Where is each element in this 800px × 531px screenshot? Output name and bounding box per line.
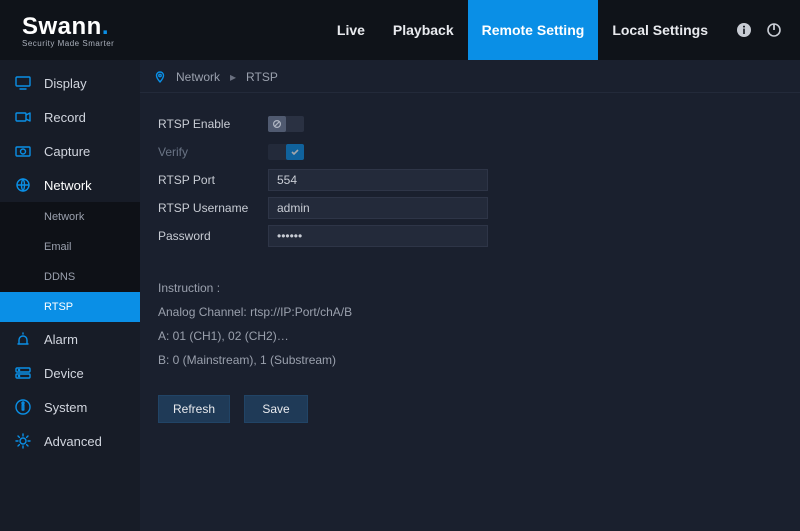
check-icon [286,144,304,160]
sidebar-item-capture[interactable]: Capture [0,134,140,168]
header-icons [736,22,782,38]
power-icon[interactable] [766,22,782,38]
rtsp-username-input[interactable] [268,197,488,219]
instruction-line: A: 01 (CH1), 02 (CH2)… [158,325,782,347]
info-icon[interactable] [736,22,752,38]
settings-form: RTSP Enable Verify RTSP Port RTSP U [140,93,800,441]
alarm-icon [14,330,32,348]
advanced-icon [14,432,32,450]
sidebar-sub-email[interactable]: Email [0,232,140,262]
rtsp-port-input[interactable] [268,169,488,191]
sidebar-item-system[interactable]: System [0,390,140,424]
save-button[interactable]: Save [244,395,308,423]
nav-local-settings[interactable]: Local Settings [598,0,722,60]
cancel-icon [268,116,286,132]
sidebar-item-device[interactable]: Device [0,356,140,390]
sidebar-item-label: System [44,400,87,415]
password-input[interactable] [268,225,488,247]
sidebar-item-label: Advanced [44,434,102,449]
refresh-button[interactable]: Refresh [158,395,230,423]
sidebar-item-label: Record [44,110,86,125]
form-buttons: Refresh Save [158,395,782,423]
sidebar-item-alarm[interactable]: Alarm [0,322,140,356]
sidebar-sub-ddns[interactable]: DDNS [0,262,140,292]
breadcrumb-b: RTSP [246,70,278,84]
device-icon [14,364,32,382]
sidebar-item-advanced[interactable]: Advanced [0,424,140,458]
sidebar-sub-network[interactable]: Network [0,202,140,232]
logo-tagline: Security Made Smarter [22,39,114,48]
logo: Swann. Security Made Smarter [22,13,114,48]
verify-toggle[interactable] [268,144,304,160]
rtsp-username-label: RTSP Username [158,201,268,215]
sidebar-item-label: Device [44,366,84,381]
sidebar-item-record[interactable]: Record [0,100,140,134]
network-icon [14,176,32,194]
sidebar-network-submenu: Network Email DDNS RTSP [0,202,140,322]
sidebar-item-label: Alarm [44,332,78,347]
instruction-title: Instruction : [158,277,782,299]
verify-label: Verify [158,145,268,159]
sidebar-sub-rtsp[interactable]: RTSP [0,292,140,322]
top-nav: Live Playback Remote Setting Local Setti… [323,0,722,60]
sidebar-item-label: Capture [44,144,90,159]
pin-icon [154,71,166,83]
instruction-line: Analog Channel: rtsp://IP:Port/chA/B [158,301,782,323]
instruction-block: Instruction : Analog Channel: rtsp://IP:… [158,277,782,371]
display-icon [14,74,32,92]
instruction-line: B: 0 (Mainstream), 1 (Substream) [158,349,782,371]
sidebar-item-display[interactable]: Display [0,66,140,100]
password-label: Password [158,229,268,243]
capture-icon [14,142,32,160]
breadcrumb: Network ▸ RTSP [140,60,800,93]
chevron-right-icon: ▸ [230,70,236,84]
rtsp-enable-label: RTSP Enable [158,117,268,131]
rtsp-port-label: RTSP Port [158,173,268,187]
breadcrumb-a[interactable]: Network [176,70,220,84]
sidebar-item-label: Display [44,76,87,91]
rtsp-enable-toggle[interactable] [268,116,304,132]
sidebar-item-label: Network [44,178,92,193]
sidebar-item-network[interactable]: Network [0,168,140,202]
nav-remote-setting[interactable]: Remote Setting [468,0,599,60]
nav-playback[interactable]: Playback [379,0,468,60]
system-icon [14,398,32,416]
logo-text: Swann. [22,13,114,41]
header: Swann. Security Made Smarter Live Playba… [0,0,800,60]
sidebar: Display Record Capture Network Network E… [0,60,140,531]
record-icon [14,108,32,126]
main-panel: Network ▸ RTSP RTSP Enable Verify [140,60,800,531]
nav-live[interactable]: Live [323,0,379,60]
